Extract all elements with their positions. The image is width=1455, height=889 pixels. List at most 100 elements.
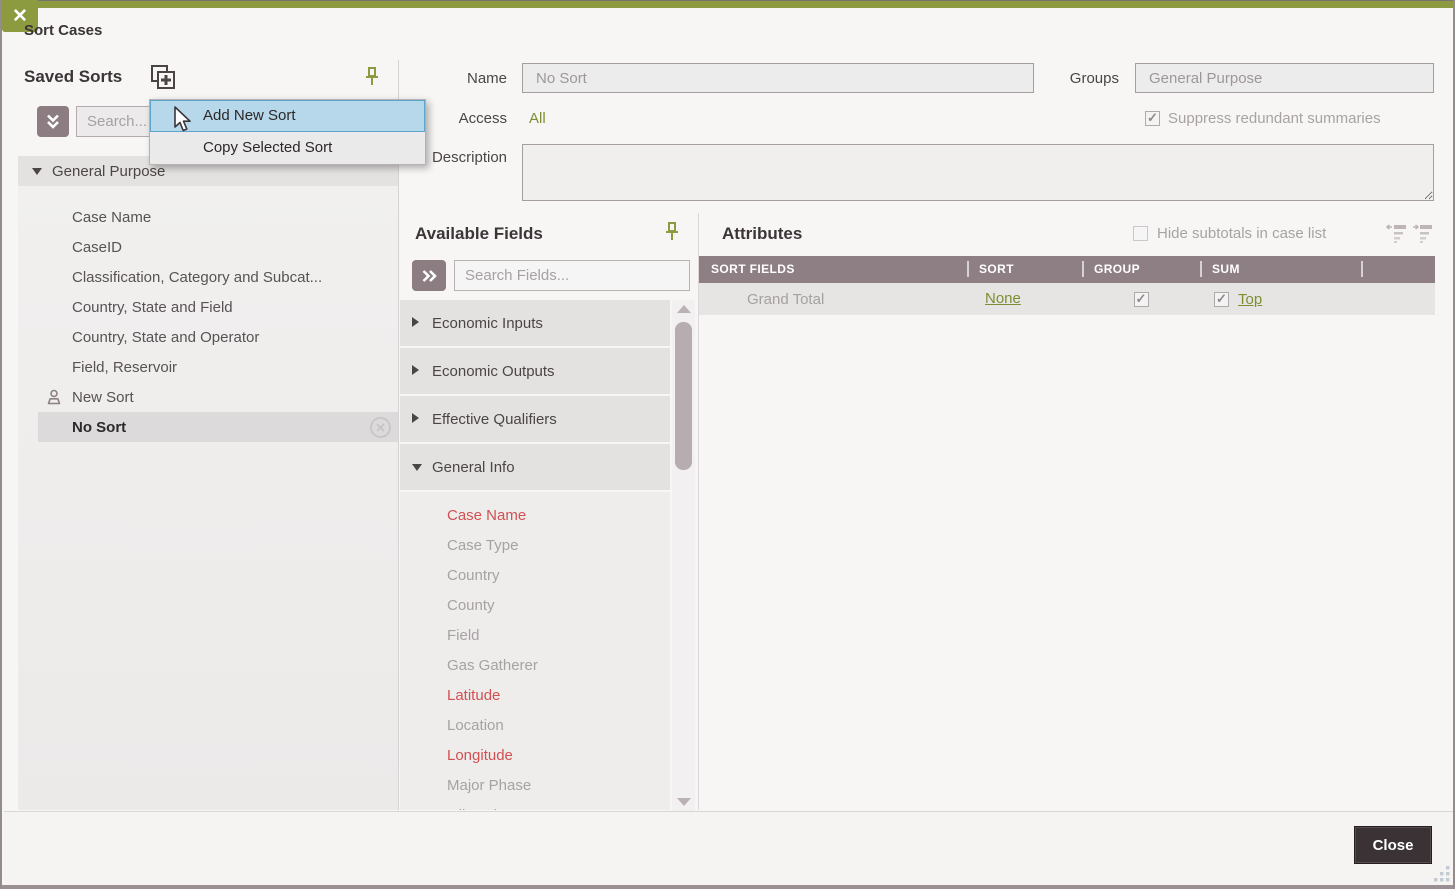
hide-subtotals-checkbox[interactable] bbox=[1133, 226, 1148, 241]
context-menu-item[interactable]: Add New Sort bbox=[150, 100, 425, 132]
triangle-down-icon bbox=[677, 798, 691, 806]
triangle-up-icon bbox=[677, 305, 691, 313]
saved-sort-item[interactable]: Case Name bbox=[18, 202, 398, 232]
suppress-checkbox[interactable] bbox=[1145, 111, 1160, 126]
saved-sort-item[interactable]: Classification, Category and Subcat... bbox=[18, 262, 398, 292]
field-item[interactable]: Gas Gatherer bbox=[400, 651, 670, 681]
scrollbar-thumb[interactable] bbox=[675, 322, 692, 470]
field-item[interactable]: Case Type bbox=[400, 531, 670, 561]
section-label: Economic Outputs bbox=[432, 363, 555, 380]
section-chevron-icon bbox=[412, 458, 426, 476]
suppress-redundant-summaries: Suppress redundant summaries bbox=[1145, 110, 1381, 127]
add-field-button[interactable] bbox=[412, 260, 446, 291]
sum-top-link[interactable]: Top bbox=[1238, 291, 1262, 308]
scroll-down-arrow[interactable] bbox=[672, 793, 695, 811]
group-checkbox[interactable] bbox=[1134, 292, 1149, 307]
field-item[interactable]: Longitude bbox=[400, 741, 670, 771]
sort-fields-table: SORT FIELDSSORTGROUPSUM Grand Total None… bbox=[699, 256, 1435, 315]
saved-sort-item[interactable]: CaseID bbox=[18, 232, 398, 262]
field-item[interactable]: Location bbox=[400, 711, 670, 741]
name-label: Name bbox=[382, 70, 507, 87]
field-item[interactable]: Oil Gatherer bbox=[400, 801, 670, 810]
sort-cases-dialog: ✕ Sort Cases Saved Sorts General Purpose bbox=[0, 0, 1455, 889]
section-label: Economic Inputs bbox=[432, 315, 543, 332]
table-header-cell[interactable]: GROUP bbox=[1082, 256, 1200, 283]
groups-input[interactable] bbox=[1135, 63, 1434, 93]
section-chevron-icon bbox=[412, 314, 426, 332]
field-section-row[interactable]: General Info bbox=[400, 444, 670, 490]
field-section-row[interactable]: Economic Inputs bbox=[400, 300, 670, 346]
fields-search-input[interactable] bbox=[454, 260, 690, 291]
section-chevron-icon bbox=[412, 362, 426, 380]
sort-none-link[interactable]: None bbox=[985, 290, 1021, 307]
attributes-heading: Attributes bbox=[722, 224, 802, 244]
description-textarea[interactable] bbox=[522, 144, 1434, 201]
user-icon bbox=[46, 389, 62, 405]
field-item[interactable]: Field bbox=[400, 621, 670, 651]
groups-label: Groups bbox=[1007, 70, 1119, 87]
access-value-link[interactable]: All bbox=[529, 110, 546, 127]
suppress-checkbox-label: Suppress redundant summaries bbox=[1168, 110, 1381, 127]
table-header-row: SORT FIELDSSORTGROUPSUM bbox=[699, 256, 1435, 283]
group-label: General Purpose bbox=[52, 163, 165, 180]
field-sections-accordion: Economic Inputs Economic Outputs Effecti… bbox=[400, 300, 670, 492]
table-row: Grand Total None Top bbox=[699, 283, 1435, 315]
saved-sort-item[interactable]: Country, State and Field bbox=[18, 292, 398, 322]
context-menu-item[interactable]: Copy Selected Sort bbox=[150, 132, 425, 164]
dialog-footer bbox=[4, 811, 1455, 885]
field-section-row[interactable]: Economic Outputs bbox=[400, 348, 670, 394]
context-menu: Add New SortCopy Selected Sort bbox=[149, 99, 426, 165]
table-header-cell[interactable]: SORT FIELDS bbox=[699, 256, 967, 283]
field-item[interactable]: Country bbox=[400, 561, 670, 591]
saved-sort-label: CaseID bbox=[72, 239, 122, 256]
add-sort-icon[interactable] bbox=[149, 63, 177, 91]
section-label: Effective Qualifiers bbox=[432, 411, 557, 428]
saved-sort-item[interactable]: Country, State and Operator bbox=[18, 322, 398, 352]
saved-sort-item[interactable]: New Sort bbox=[18, 382, 398, 412]
saved-sorts-list: Case Name CaseID bbox=[18, 202, 398, 442]
saved-sort-label: New Sort bbox=[72, 389, 134, 406]
field-item[interactable]: Major Phase bbox=[400, 771, 670, 801]
fields-scrollbar bbox=[672, 300, 695, 811]
saved-sort-item[interactable]: Field, Reservoir bbox=[18, 352, 398, 382]
left-panel-divider bbox=[398, 60, 399, 810]
sum-checkbox[interactable] bbox=[1214, 292, 1229, 307]
saved-sort-item[interactable]: No Sort bbox=[38, 412, 398, 442]
remove-sort-icon[interactable] bbox=[369, 416, 392, 439]
saved-sort-label: Country, State and Field bbox=[72, 299, 233, 316]
name-input[interactable] bbox=[522, 63, 1034, 93]
dialog-bottom-border bbox=[2, 885, 1453, 889]
dialog-title: Sort Cases bbox=[24, 22, 102, 39]
saved-sort-label: Classification, Category and Subcat... bbox=[72, 269, 322, 286]
double-chevron-down-icon bbox=[45, 113, 61, 130]
close-button[interactable]: Close bbox=[1354, 826, 1432, 864]
scroll-up-arrow[interactable] bbox=[672, 300, 695, 318]
hide-subtotals-control: Hide subtotals in case list bbox=[1133, 225, 1326, 242]
pin-fields-panel-icon[interactable] bbox=[665, 221, 679, 243]
dialog-top-accent-bar bbox=[2, 0, 1453, 8]
section-chevron-icon bbox=[412, 410, 426, 428]
chevron-down-icon bbox=[32, 168, 42, 175]
general-info-field-list: Case NameCase TypeCountryCountyFieldGas … bbox=[400, 492, 670, 810]
field-item[interactable]: Latitude bbox=[400, 681, 670, 711]
expand-collapse-all-button[interactable] bbox=[37, 106, 69, 137]
field-item[interactable]: Case Name bbox=[400, 501, 670, 531]
saved-sort-label: Country, State and Operator bbox=[72, 329, 259, 346]
indent-subtotal-icon[interactable] bbox=[1412, 224, 1433, 243]
section-label: General Info bbox=[432, 459, 515, 476]
table-header-cell[interactable] bbox=[1361, 256, 1435, 283]
hide-subtotals-label: Hide subtotals in case list bbox=[1157, 225, 1326, 242]
saved-sort-label: No Sort bbox=[72, 419, 126, 436]
pin-panel-icon[interactable] bbox=[365, 66, 379, 88]
field-item[interactable]: County bbox=[400, 591, 670, 621]
saved-sorts-heading: Saved Sorts bbox=[24, 67, 122, 87]
double-chevron-right-icon bbox=[421, 268, 438, 284]
saved-sort-label: Field, Reservoir bbox=[72, 359, 177, 376]
resize-grip[interactable] bbox=[1432, 864, 1452, 884]
available-fields-heading: Available Fields bbox=[415, 224, 543, 244]
field-section-row[interactable]: Effective Qualifiers bbox=[400, 396, 670, 442]
table-header-cell[interactable]: SUM bbox=[1200, 256, 1361, 283]
grand-total-cell: Grand Total bbox=[699, 291, 967, 308]
outdent-subtotal-icon[interactable] bbox=[1386, 224, 1407, 243]
table-header-cell[interactable]: SORT bbox=[967, 256, 1082, 283]
